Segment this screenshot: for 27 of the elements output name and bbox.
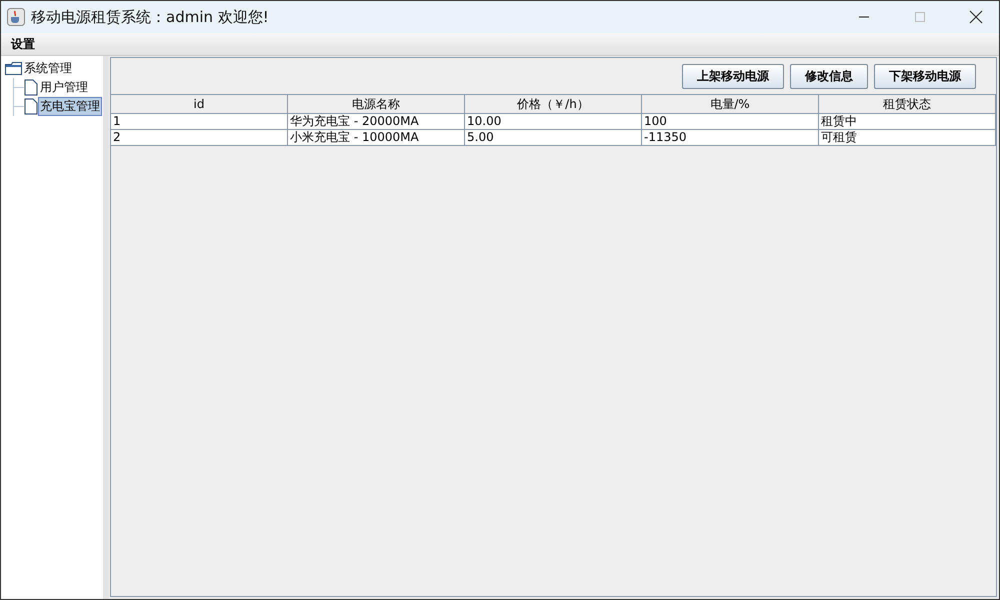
column-header[interactable]: 租赁状态 — [819, 95, 996, 114]
toolbar-button[interactable]: 修改信息 — [790, 64, 868, 88]
table-cell: 2 — [111, 130, 288, 146]
table-cell: 10.00 — [465, 114, 642, 130]
column-header[interactable]: 电源名称 — [288, 95, 465, 114]
tree-item[interactable]: 充电宝管理 — [38, 97, 102, 116]
maximize-icon — [914, 11, 926, 23]
document-icon — [24, 79, 38, 96]
coffee-cup-icon — [7, 8, 25, 26]
column-header[interactable]: 价格（￥/h） — [465, 95, 642, 114]
table-cell: 租赁中 — [819, 114, 996, 130]
toolbar-button[interactable]: 上架移动电源 — [682, 64, 784, 88]
window-title: 移动电源租赁系统：admin 欢迎您! — [31, 8, 270, 26]
table-cell: -11350 — [642, 130, 819, 146]
close-icon — [969, 10, 983, 24]
column-header[interactable]: id — [111, 95, 288, 114]
tree-item[interactable]: 用户管理 — [38, 78, 90, 97]
table-cell: 可租赁 — [819, 130, 996, 146]
column-header[interactable]: 电量/% — [642, 95, 819, 114]
table-cell: 100 — [642, 114, 819, 130]
menu-item[interactable]: 设置 — [5, 36, 41, 52]
table-cell: 小米充电宝 - 10000MA — [288, 130, 465, 146]
table-cell: 5.00 — [465, 130, 642, 146]
toolbar-button[interactable]: 下架移动电源 — [874, 64, 976, 88]
table-cell: 华为充电宝 - 20000MA — [288, 114, 465, 130]
table-cell: 1 — [111, 114, 288, 130]
tree-item[interactable]: 系统管理 — [22, 59, 74, 78]
